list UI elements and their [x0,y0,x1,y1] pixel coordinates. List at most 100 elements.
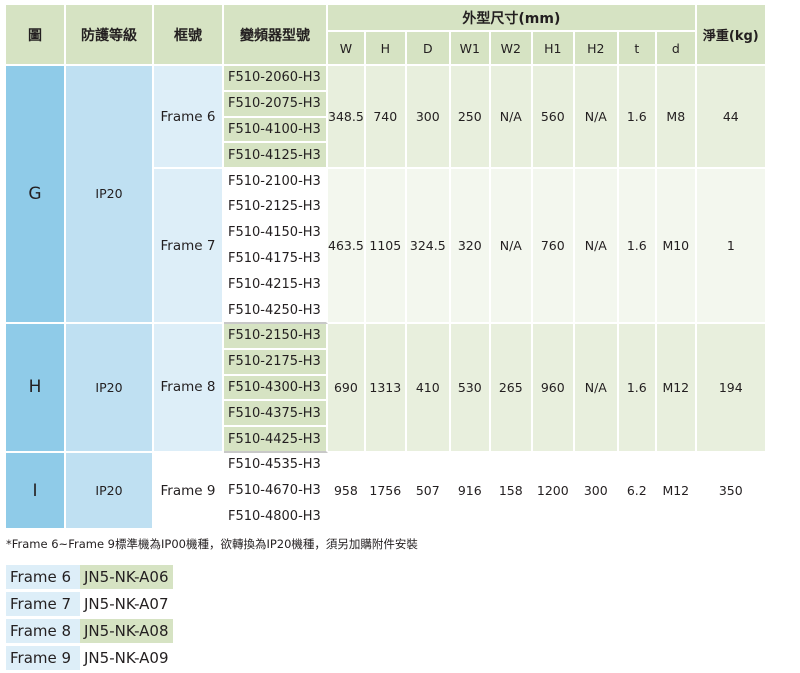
model-number: F510-4175-H3 [224,246,328,273]
dim-header-h2: H2 [574,32,619,66]
dim-value-d: M8 [656,66,697,170]
model-number: F510-4535-H3 [224,452,328,479]
protection-rating: IP20 [66,66,154,324]
dim-value-h: 1756 [365,452,407,531]
group-label: I [6,452,66,531]
dim-value-h1: 760 [532,169,575,324]
table-row: G IP20 Frame 6 F510-2060-H3 348.5 740 300 250 N/… [6,66,767,324]
dim-header-w2: W2 [490,32,533,66]
dim-value-w: 463.5 [328,169,366,324]
accessory-kit: JN5-NK-A06 [80,565,173,589]
dim-value-w2: N/A [490,66,533,170]
dim-value-h2: N/A [574,323,619,453]
accessory-row: Frame 7 JN5-NK-A07 [6,592,173,616]
spec-body: 圖 防護等級 框號 變頻器型號 外型尺寸(mm) 淨重(kg) W H D W1 W2 H… [6,5,767,531]
model-number: F510-2175-H3 [224,349,328,376]
dim-header-h: H [365,32,407,66]
model-number: F510-4800-H3 [224,504,328,531]
dim-value-h2: 300 [574,452,619,531]
model-number: F510-4375-H3 [224,401,328,428]
header-protection: 防護等級 [66,5,154,66]
dim-value-d: M10 [656,169,697,324]
header-model: 變頻器型號 [224,5,328,66]
dim-value-d: 324.5 [406,169,451,324]
model-number: F510-4150-H3 [224,220,328,247]
frame-name: Frame 6 [154,66,224,170]
model-number: F510-4670-H3 [224,478,328,505]
accessory-frame: Frame 9 [6,646,80,670]
weight-value: 44 [696,66,767,170]
header-frame: 框號 [154,5,224,66]
weight-value: 1 [696,169,767,324]
model-number: F510-4425-H3 [224,427,328,453]
model-number: F510-2075-H3 [224,91,328,118]
dim-value-w1: 250 [450,66,491,170]
header-group: 圖 [6,5,66,66]
accessory-row: Frame 8 JN5-NK-A08 [6,619,173,643]
group-label: G [6,66,66,324]
dim-value-h: 740 [365,66,407,170]
dim-value-h1: 1200 [532,452,575,531]
dim-value-d: 300 [406,66,451,170]
header-weight: 淨重(kg) [696,5,767,66]
table-row: I IP20 Frame 9 F510-4535-H3 958 1756 507 916 158… [6,452,767,531]
accessory-table: Frame 6 JN5-NK-A06 Frame 7 JN5-NK-A07 Frame … [6,562,173,673]
accessory-row: Frame 9 JN5-NK-A09 [6,646,173,670]
dim-value-t: 1.6 [618,169,657,324]
dim-value-h1: 960 [532,323,575,453]
accessory-kit: JN5-NK-A07 [80,592,173,616]
model-number: F510-4215-H3 [224,272,328,299]
spec-table: 圖 防護等級 框號 變頻器型號 外型尺寸(mm) 淨重(kg) W H D W1 W2 H… [6,5,767,531]
frame-name: Frame 8 [154,323,224,453]
dim-header-d: d [656,32,697,66]
dim-value-h1: 560 [532,66,575,170]
dim-value-w: 690 [328,323,366,453]
dim-header-t: t [618,32,657,66]
accessory-body: Frame 6 JN5-NK-A06 Frame 7 JN5-NK-A07 Frame … [6,565,173,670]
dim-value-t: 1.6 [618,323,657,453]
dim-value-w: 348.5 [328,66,366,170]
accessory-frame: Frame 7 [6,592,80,616]
model-number: F510-2125-H3 [224,194,328,221]
model-number: F510-4125-H3 [224,143,328,170]
footnote: *Frame 6~Frame 9標準機為IP00機種，欲轉換為IP20機種，須另… [6,537,418,551]
dim-value-w1: 916 [450,452,491,531]
dim-value-h: 1105 [365,169,407,324]
dim-value-h: 1313 [365,323,407,453]
dim-value-d: M12 [656,323,697,453]
dim-value-d: M12 [656,452,697,531]
protection-rating: IP20 [66,323,154,453]
group-label: H [6,323,66,453]
accessory-frame: Frame 6 [6,565,80,589]
accessory-kit: JN5-NK-A08 [80,619,173,643]
dim-value-w2: N/A [490,169,533,324]
accessory-row: Frame 6 JN5-NK-A06 [6,565,173,589]
accessory-frame: Frame 8 [6,619,80,643]
frame-name: Frame 9 [154,452,224,531]
model-number: F510-2150-H3 [224,323,328,350]
model-number: F510-4100-H3 [224,117,328,144]
protection-rating: IP20 [66,452,154,531]
dim-value-w2: 158 [490,452,533,531]
weight-value: 194 [696,323,767,453]
dim-header-d: D [406,32,451,66]
table-row: H IP20 Frame 8 F510-2150-H3 690 1313 410 530 265… [6,323,767,453]
dim-value-w2: 265 [490,323,533,453]
model-number: F510-2060-H3 [224,66,328,92]
dim-value-w1: 320 [450,169,491,324]
accessory-kit: JN5-NK-A09 [80,646,173,670]
dim-value-w1: 530 [450,323,491,453]
dim-header-h1: H1 [532,32,575,66]
model-number: F510-4300-H3 [224,375,328,402]
frame-name: Frame 7 [154,169,224,324]
dim-header-w: W [328,32,366,66]
model-number: F510-4250-H3 [224,298,328,324]
dim-value-w: 958 [328,452,366,531]
dim-value-d: 410 [406,323,451,453]
dim-value-t: 6.2 [618,452,657,531]
dim-value-t: 1.6 [618,66,657,170]
header-dimensions: 外型尺寸(mm) [328,5,697,32]
dim-value-h2: N/A [574,169,619,324]
weight-value: 350 [696,452,767,531]
dim-value-h2: N/A [574,66,619,170]
